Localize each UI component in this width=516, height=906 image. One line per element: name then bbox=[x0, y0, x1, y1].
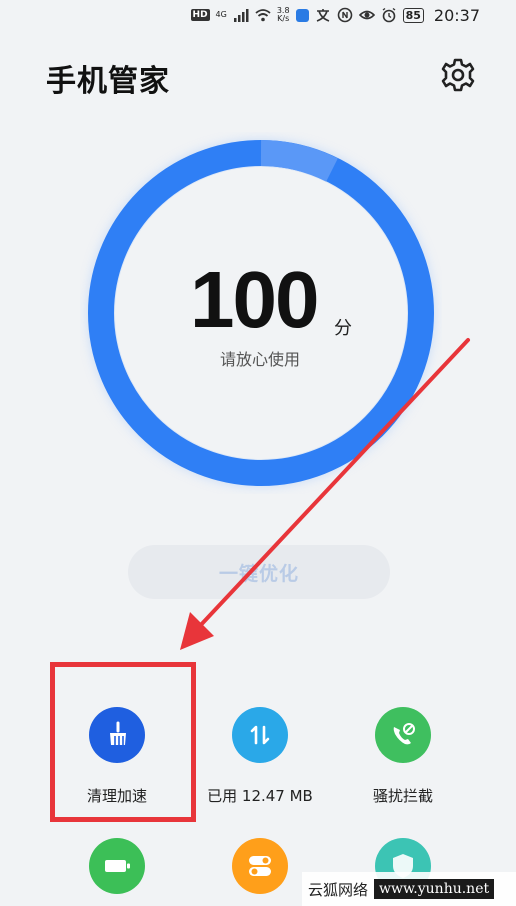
translate-icon bbox=[316, 9, 329, 22]
gear-icon[interactable] bbox=[440, 57, 476, 93]
cloud-app-icon bbox=[295, 8, 309, 22]
annotation-highlight-box bbox=[50, 662, 196, 822]
eye-icon bbox=[358, 10, 375, 20]
speed-unit: K/s bbox=[277, 14, 290, 23]
toggle-switches-icon bbox=[232, 838, 288, 894]
tool-data-usage-label: 已用 12.47 MB bbox=[207, 787, 313, 805]
score-description: 请放心使用 bbox=[219, 350, 300, 369]
signal-icon bbox=[233, 9, 249, 22]
tool-data-usage[interactable]: 已用 12.47 MB bbox=[190, 707, 330, 806]
wifi-icon bbox=[255, 9, 271, 22]
one-click-optimize-button[interactable]: 一键优化 bbox=[128, 545, 390, 599]
tool-battery[interactable] bbox=[47, 838, 187, 894]
watermark: 云狐网络 www.yunhu.net bbox=[302, 872, 516, 906]
alarm-icon bbox=[382, 7, 395, 23]
tool-harassment-block[interactable]: 骚扰拦截 bbox=[333, 707, 473, 806]
watermark-url: www.yunhu.net bbox=[374, 879, 495, 899]
battery-icon bbox=[89, 838, 145, 894]
battery-indicator: 85 bbox=[402, 7, 424, 23]
nfc-icon bbox=[337, 7, 352, 23]
tool-harassment-block-label: 骚扰拦截 bbox=[372, 787, 433, 805]
page-title: 手机管家 bbox=[46, 64, 170, 99]
network-type: 4G bbox=[215, 10, 227, 19]
watermark-brand: 云狐网络 bbox=[308, 880, 369, 899]
network-speed: 3.8 K/s bbox=[277, 7, 290, 23]
hd-badge: HD bbox=[190, 9, 210, 21]
clock: 20:37 bbox=[433, 5, 480, 25]
status-bar: HD 4G 3.8 K/s 85 20:37 bbox=[0, 0, 516, 30]
score-value: 100 bbox=[190, 255, 319, 344]
score-unit: 分 bbox=[334, 318, 352, 339]
blocked-call-icon bbox=[375, 707, 431, 763]
data-transfer-icon bbox=[232, 707, 288, 763]
